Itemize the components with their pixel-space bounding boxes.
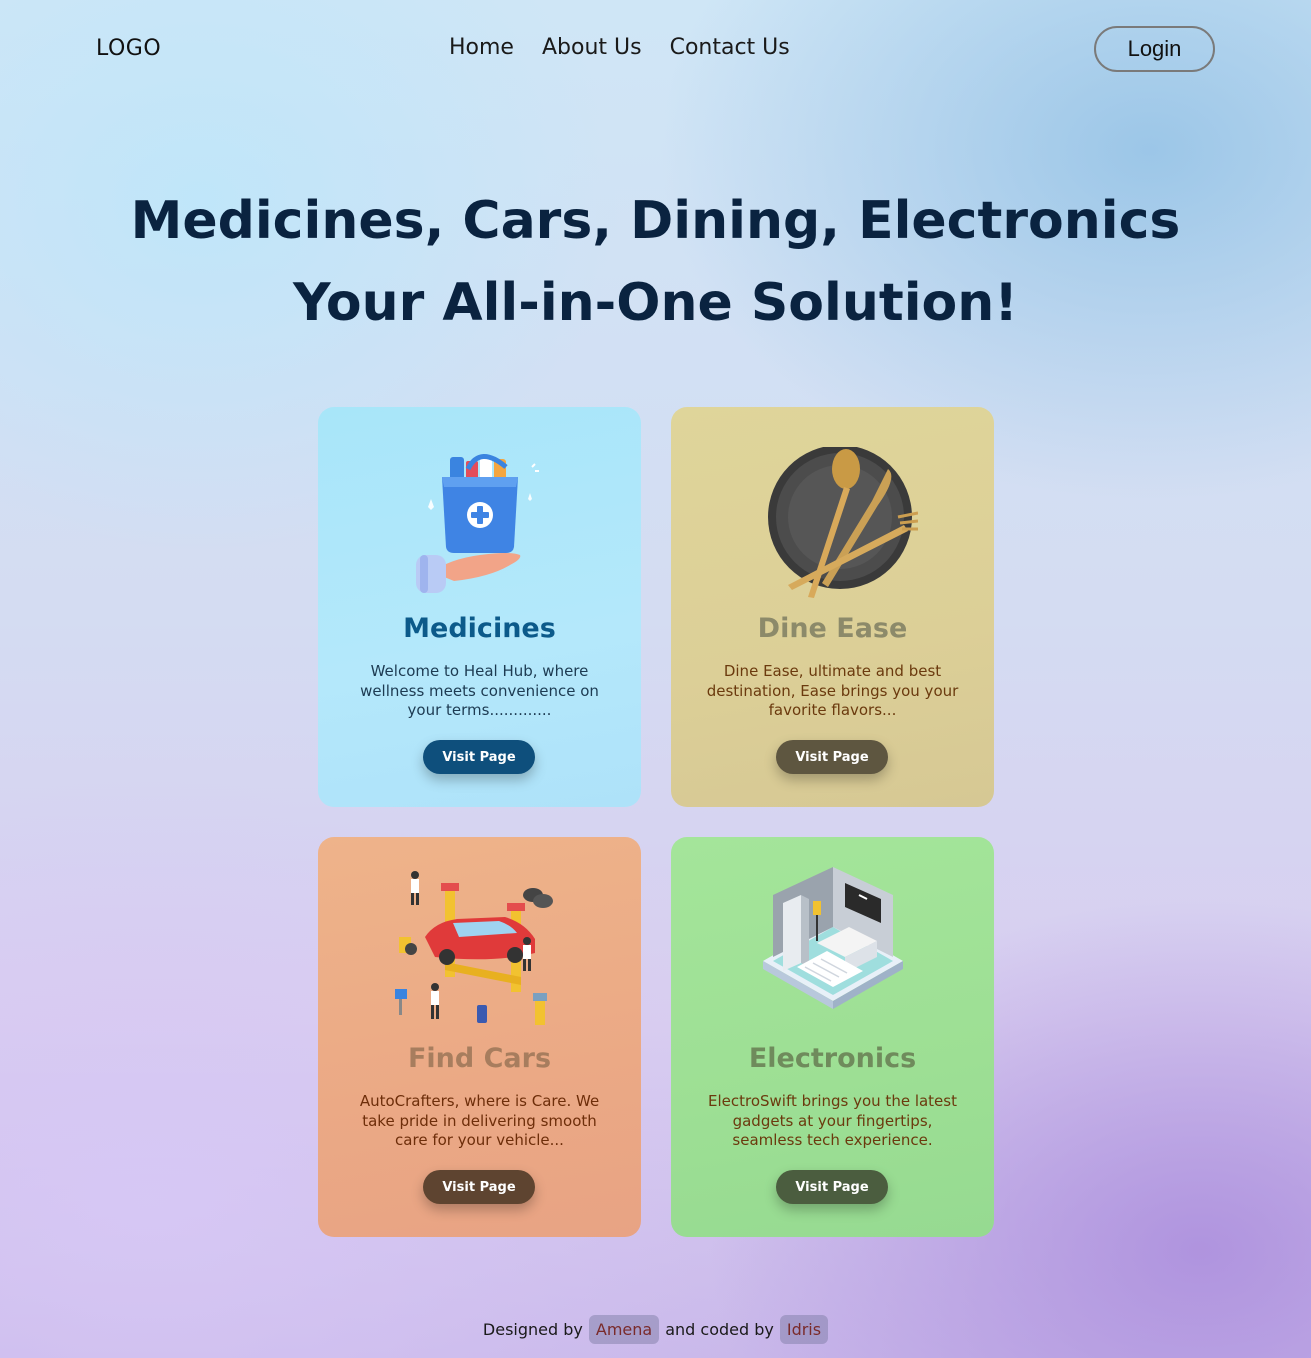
card-electronics: Electronics ElectroSwift brings you the … (671, 837, 994, 1237)
nav-menu: Home About Us Contact Us (449, 35, 790, 60)
designer-name[interactable]: Amena (588, 1315, 660, 1344)
card-description: ElectroSwift brings you the latest gadge… (708, 1092, 957, 1149)
logo[interactable]: LOGO (96, 36, 161, 61)
smart-home-icon (671, 865, 994, 1045)
card-description: AutoCrafters, where is Care. We take pri… (359, 1092, 600, 1149)
visit-page-button[interactable]: Visit Page (423, 1170, 535, 1204)
visit-page-button[interactable]: Visit Page (776, 740, 888, 774)
plate-cutlery-icon (671, 447, 994, 627)
visit-page-button[interactable]: Visit Page (776, 1170, 888, 1204)
login-button[interactable]: Login (1094, 26, 1215, 72)
card-title: Dine Ease (757, 613, 908, 644)
navbar: LOGO Home About Us Contact Us Login (0, 0, 1311, 100)
card-title: Medicines (403, 613, 556, 644)
card-title: Find Cars (407, 1043, 552, 1074)
nav-link-home[interactable]: Home (449, 35, 514, 60)
nav-link-about-us[interactable]: About Us (542, 35, 642, 60)
card-description: Dine Ease, ultimate and best destination… (706, 662, 959, 719)
footer-designed-by-label: Designed by (482, 1320, 583, 1339)
hero-section: Medicines, Cars, Dining, Electronics You… (0, 180, 1311, 344)
card-medicines: Medicines Welcome to Heal Hub, where wel… (318, 407, 641, 807)
coder-name[interactable]: Idris (779, 1315, 829, 1344)
card-find-cars: Find Cars AutoCrafters, where is Care. W… (318, 837, 641, 1237)
footer-coded-by-label: and coded by (665, 1320, 774, 1339)
footer: Designed by Amena and coded by Idris (0, 1315, 1311, 1344)
car-service-icon (318, 867, 641, 1047)
medicine-bag-icon (318, 447, 641, 627)
card-dine-ease: Dine Ease Dine Ease, ultimate and best d… (671, 407, 994, 807)
hero-line-2: Your All-in-One Solution! (292, 273, 1019, 333)
nav-link-contact-us[interactable]: Contact Us (670, 35, 790, 60)
card-description: Welcome to Heal Hub, where wellness meet… (360, 662, 599, 719)
card-title: Electronics (748, 1043, 917, 1074)
hero-heading: Medicines, Cars, Dining, Electronics You… (0, 180, 1311, 344)
visit-page-button[interactable]: Visit Page (423, 740, 535, 774)
hero-line-1: Medicines, Cars, Dining, Electronics (130, 191, 1181, 251)
